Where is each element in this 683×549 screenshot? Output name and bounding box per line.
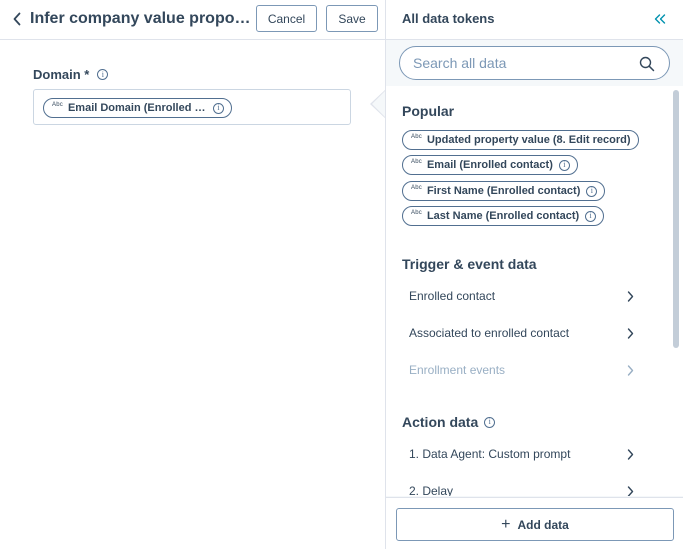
page-title: Infer company value proposition bbox=[30, 10, 254, 27]
popular-heading: Popular bbox=[402, 103, 454, 119]
list-item-enrolled-contact[interactable]: Enrolled contact bbox=[402, 281, 635, 311]
popular-heading-text: Popular bbox=[402, 103, 455, 119]
editor-panel: Infer company value proposition Cancel S… bbox=[0, 0, 385, 549]
info-icon[interactable]: i bbox=[586, 185, 598, 197]
popular-token[interactable]: Abc Email (Enrolled contact) i bbox=[402, 155, 578, 175]
token-label: First Name (Enrolled contact) bbox=[426, 185, 581, 197]
info-icon[interactable]: i bbox=[484, 416, 496, 428]
double-chevron-left-icon bbox=[654, 14, 666, 24]
data-tokens-panel: All data tokens Popular Abc Updated prop… bbox=[385, 0, 683, 549]
text-type-icon: Abc bbox=[411, 210, 422, 216]
search-icon[interactable] bbox=[639, 56, 655, 72]
info-icon[interactable]: i bbox=[585, 210, 597, 222]
info-icon[interactable]: i bbox=[97, 69, 109, 80]
plus-icon: + bbox=[501, 515, 511, 533]
panel-title: All data tokens bbox=[402, 11, 495, 26]
list-item-label: 2. Delay bbox=[409, 484, 454, 496]
popular-token[interactable]: Abc Updated property value (8. Edit reco… bbox=[402, 130, 639, 150]
cancel-button[interactable]: Cancel bbox=[256, 5, 317, 32]
text-type-icon: Abc bbox=[411, 134, 422, 140]
text-type-icon: Abc bbox=[411, 159, 422, 165]
popular-token[interactable]: Abc Last Name (Enrolled contact) i bbox=[402, 206, 605, 226]
list-item-enrollment-events: Enrollment events bbox=[402, 355, 635, 385]
trigger-heading-text: Trigger & event data bbox=[402, 256, 537, 272]
list-item-data-agent[interactable]: 1. Data Agent: Custom prompt bbox=[402, 439, 635, 469]
chevron-right-icon bbox=[625, 485, 635, 496]
domain-field-label: Domain * i bbox=[33, 67, 109, 82]
collapse-panel-button[interactable] bbox=[652, 11, 668, 27]
list-item-label: Enrolled contact bbox=[409, 289, 496, 303]
action-header: Infer company value proposition Cancel S… bbox=[0, 0, 385, 40]
list-item-label: Associated to enrolled contact bbox=[409, 326, 570, 340]
info-icon[interactable]: i bbox=[558, 159, 570, 171]
scrollbar-thumb[interactable] bbox=[673, 90, 679, 348]
list-item-associated-contact[interactable]: Associated to enrolled contact bbox=[402, 318, 635, 348]
add-data-button[interactable]: + Add data bbox=[396, 508, 674, 541]
domain-label-text: Domain * bbox=[33, 67, 90, 82]
action-heading-text: Action data bbox=[402, 414, 479, 430]
chevron-right-icon bbox=[625, 327, 635, 339]
action-data-heading: Action data i bbox=[402, 414, 496, 430]
back-button[interactable] bbox=[6, 8, 28, 30]
chevron-right-icon bbox=[625, 364, 635, 376]
panel-footer: + Add data bbox=[386, 497, 683, 549]
chevron-right-icon bbox=[625, 290, 635, 302]
token-label: Email Domain (Enrolled contact) bbox=[67, 102, 207, 114]
panel-header: All data tokens bbox=[386, 0, 683, 40]
search-input[interactable] bbox=[413, 53, 633, 73]
token-label: Email (Enrolled contact) bbox=[426, 159, 553, 171]
popover-caret-fill bbox=[372, 90, 386, 118]
text-type-icon: Abc bbox=[52, 102, 63, 108]
search-box bbox=[399, 46, 670, 80]
email-domain-token[interactable]: Abc Email Domain (Enrolled contact) i bbox=[43, 98, 232, 118]
list-item-label: 1. Data Agent: Custom prompt bbox=[409, 447, 571, 461]
domain-field[interactable]: Abc Email Domain (Enrolled contact) i bbox=[33, 89, 351, 125]
token-label: Last Name (Enrolled contact) bbox=[426, 210, 580, 222]
trigger-event-heading: Trigger & event data bbox=[402, 256, 537, 272]
add-data-label: Add data bbox=[517, 517, 569, 532]
list-item-delay[interactable]: 2. Delay bbox=[402, 476, 635, 496]
info-icon[interactable]: i bbox=[213, 102, 224, 114]
chevron-left-icon bbox=[13, 12, 21, 26]
popular-token[interactable]: Abc First Name (Enrolled contact) i bbox=[402, 181, 606, 201]
scrollbar[interactable] bbox=[673, 86, 682, 496]
chevron-right-icon bbox=[625, 448, 635, 460]
text-type-icon: Abc bbox=[411, 185, 422, 191]
token-label: Updated property value (8. Edit record) bbox=[426, 134, 631, 146]
list-item-label: Enrollment events bbox=[409, 363, 506, 377]
save-button[interactable]: Save bbox=[326, 5, 378, 32]
tokens-list[interactable]: Popular Abc Updated property value (8. E… bbox=[386, 86, 683, 496]
